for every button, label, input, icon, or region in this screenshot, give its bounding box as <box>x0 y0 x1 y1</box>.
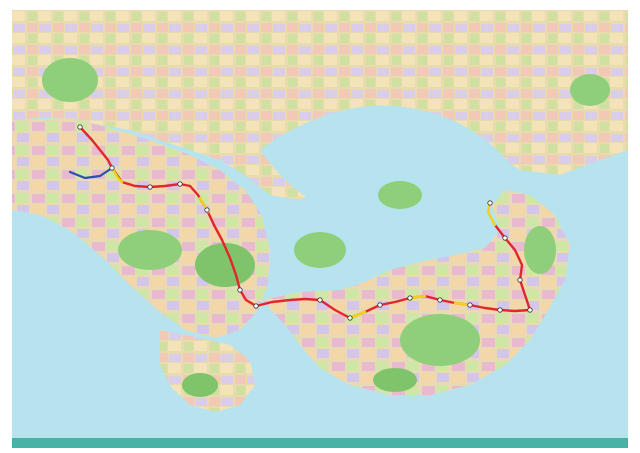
station-dot <box>517 277 523 283</box>
bottom-bar <box>12 438 628 448</box>
station-dot <box>407 295 413 301</box>
station-dot <box>437 297 443 303</box>
station-dot <box>109 165 115 171</box>
station-dot <box>177 181 183 187</box>
station-dot <box>527 307 533 313</box>
station-dot <box>497 307 503 313</box>
station-dot <box>347 315 353 321</box>
station-dot <box>204 207 210 213</box>
station-dot <box>77 124 83 130</box>
station-dot <box>377 302 383 308</box>
station-dot <box>467 302 473 308</box>
station-dot <box>253 303 259 309</box>
station-dot <box>147 184 153 190</box>
station-dot <box>502 235 508 241</box>
station-dot <box>237 287 243 293</box>
map-canvas <box>0 0 640 453</box>
station-dot <box>487 200 493 206</box>
station-dot <box>317 297 323 303</box>
